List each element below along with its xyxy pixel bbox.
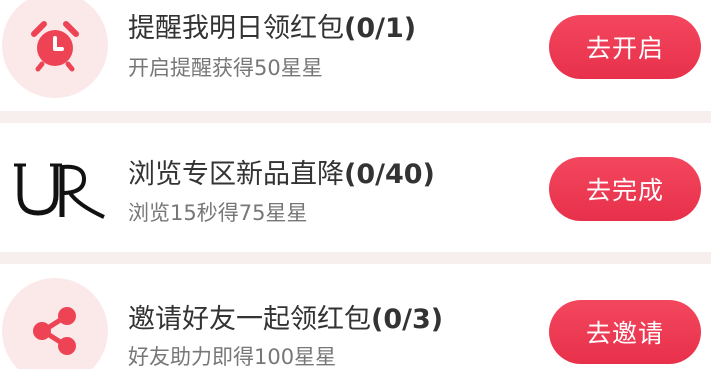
task-title: 邀请好友一起领红包(0/3) <box>128 304 443 336</box>
task-title-text: 浏览专区新品直降 <box>128 159 344 190</box>
task-progress-count: (0/3) <box>371 304 444 335</box>
enable-reminder-button[interactable]: 去开启 <box>549 15 701 79</box>
complete-browse-button[interactable]: 去完成 <box>549 157 701 221</box>
task-progress-count: (0/1) <box>344 13 417 44</box>
task-item-invite: 邀请好友一起领红包(0/3) 好友助力即得100星星 去邀请 <box>0 264 711 369</box>
task-title: 提醒我明日领红包(0/1) <box>128 13 416 45</box>
invite-friends-button[interactable]: 去邀请 <box>549 300 701 364</box>
task-progress-count: (0/40) <box>344 159 435 190</box>
alarm-clock-icon <box>2 0 108 98</box>
divider <box>0 111 711 123</box>
ur-brand-logo <box>14 163 105 219</box>
task-title-text: 邀请好友一起领红包 <box>128 304 371 335</box>
task-reward-text: 浏览15秒得75星星 <box>128 201 308 225</box>
task-item-browse: 浏览专区新品直降(0/40) 浏览15秒得75星星 去完成 <box>0 123 711 252</box>
task-list: 提醒我明日领红包(0/1) 开启提醒获得50星星 去开启 浏览专区新品直降(0/… <box>0 0 711 369</box>
task-item-reminder: 提醒我明日领红包(0/1) 开启提醒获得50星星 去开启 <box>0 0 711 111</box>
share-icon <box>2 278 108 369</box>
task-reward-text: 好友助力即得100星星 <box>128 345 337 369</box>
divider <box>0 252 711 264</box>
task-title-text: 提醒我明日领红包 <box>128 13 344 44</box>
task-reward-text: 开启提醒获得50星星 <box>128 56 323 80</box>
task-title: 浏览专区新品直降(0/40) <box>128 159 435 191</box>
